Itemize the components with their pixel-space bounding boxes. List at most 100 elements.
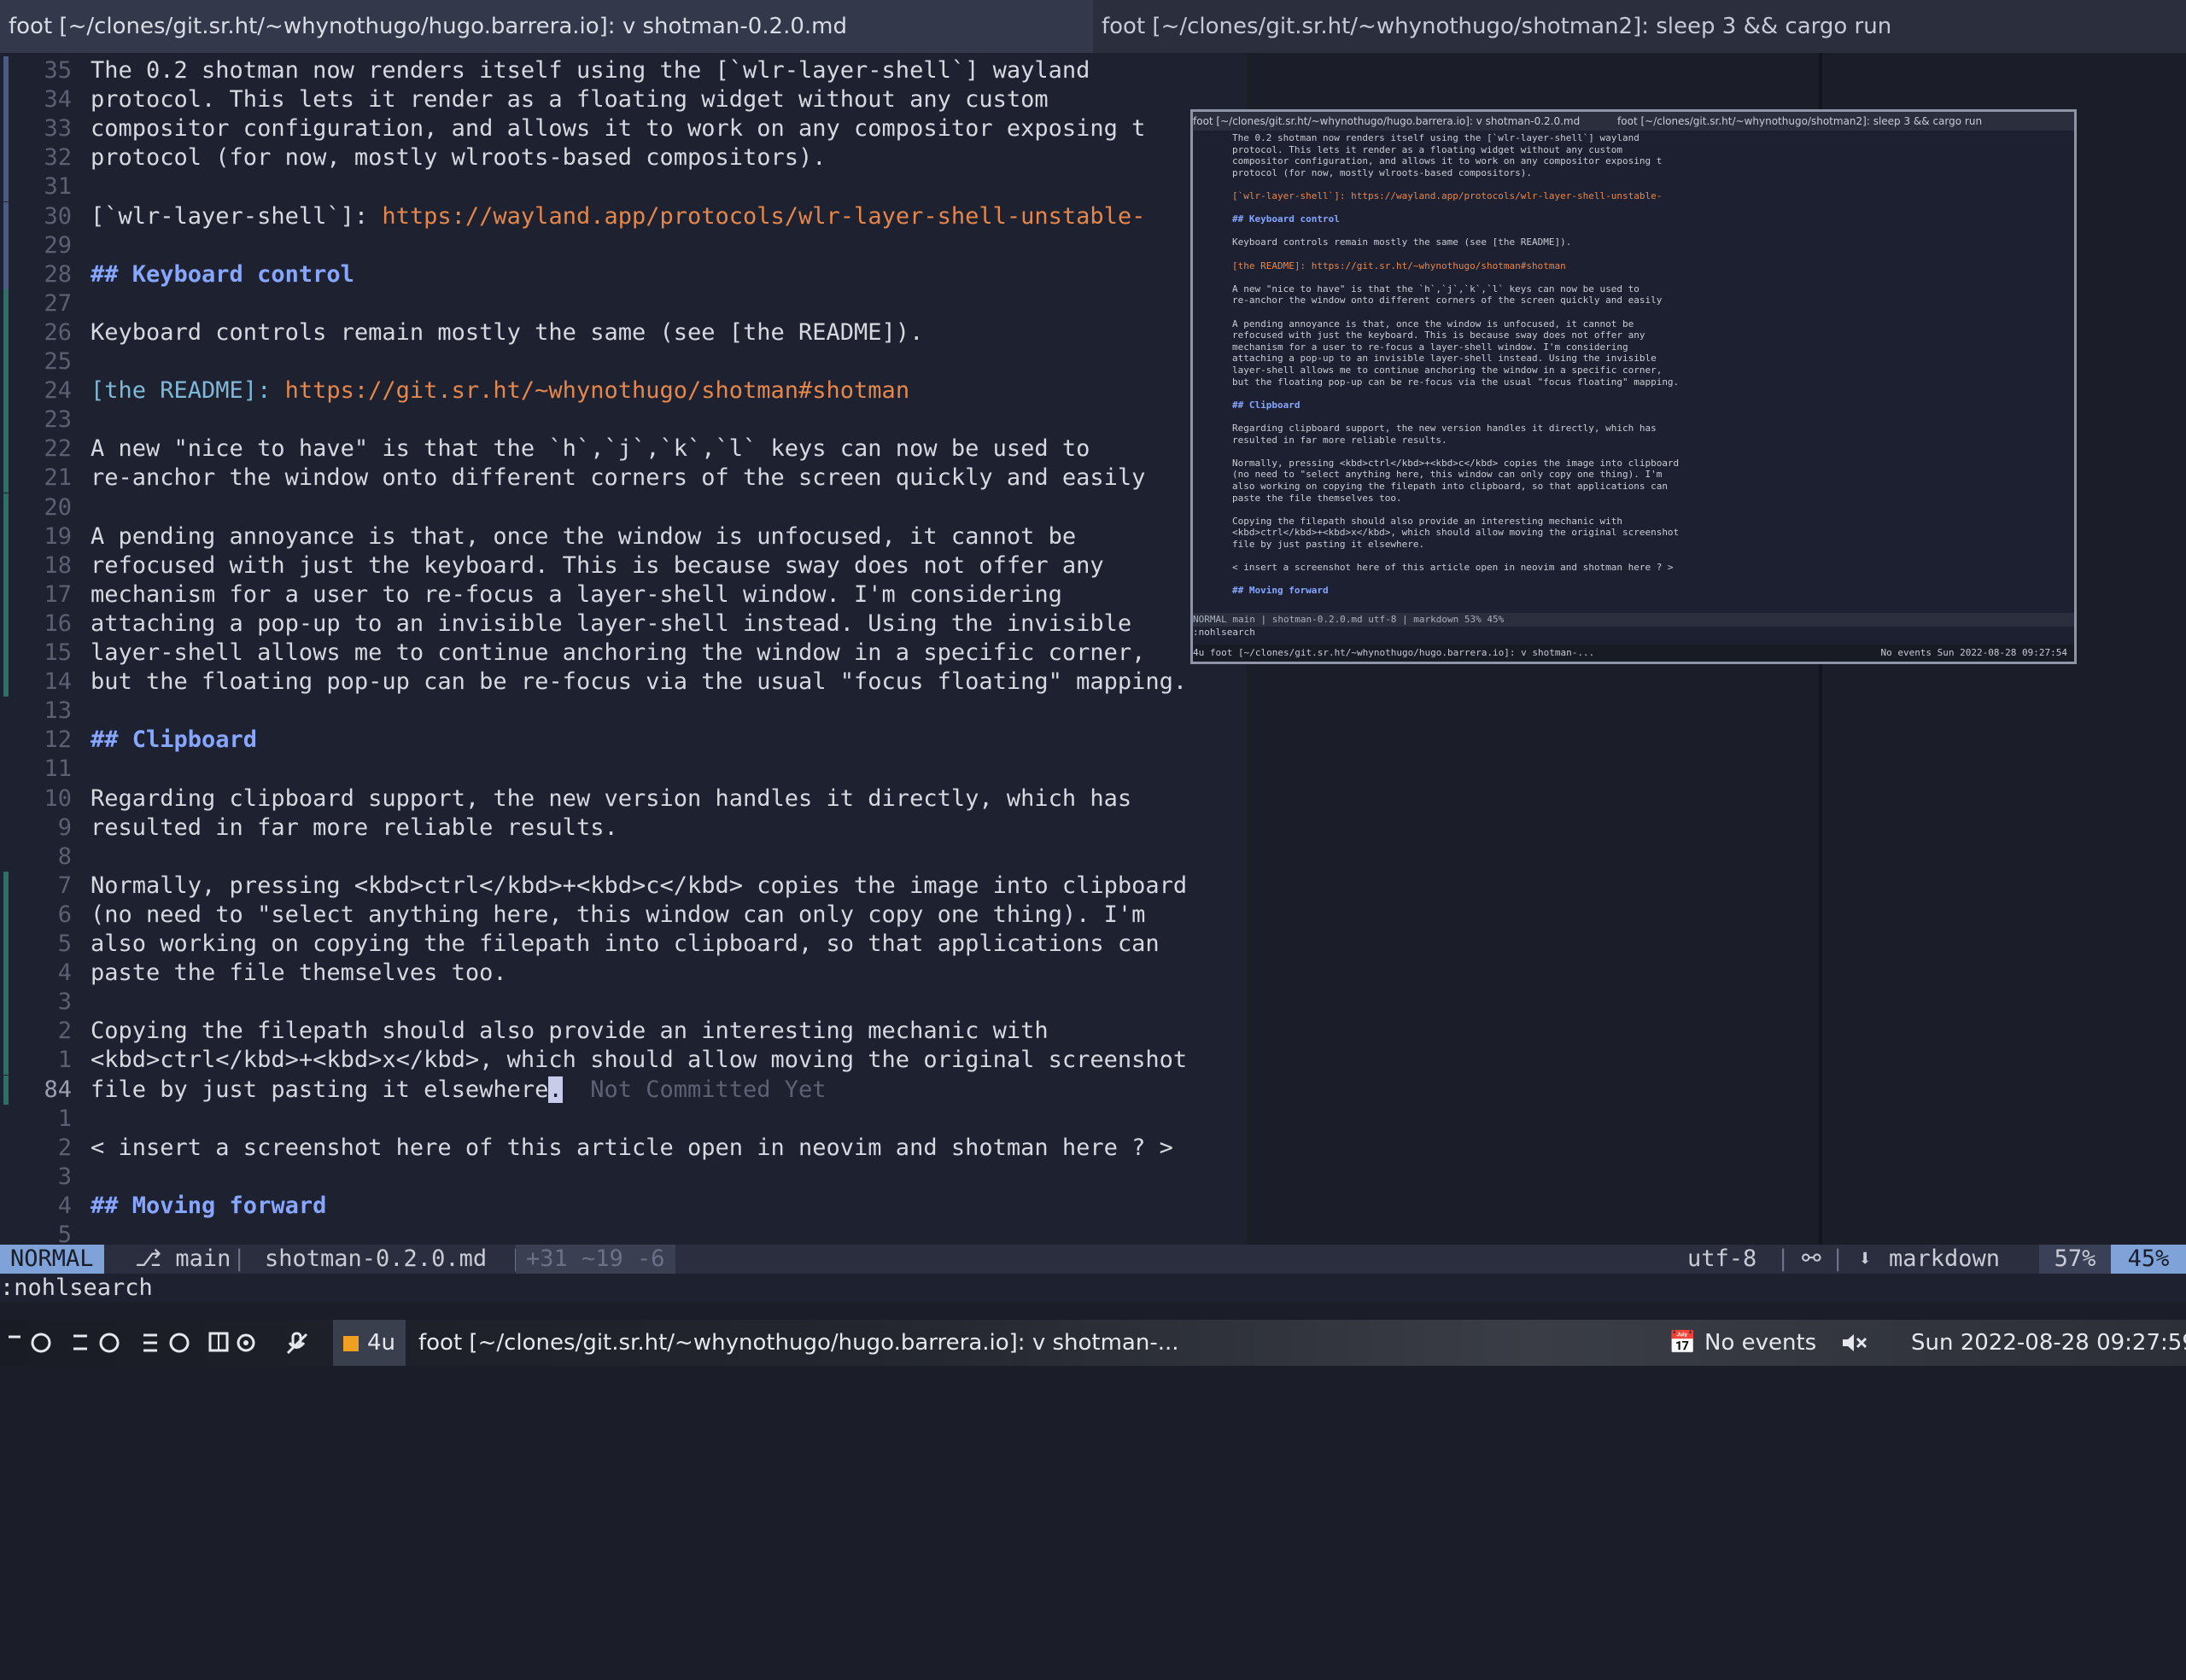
editor-line[interactable]: 2 < insert a screenshot here of this arti…	[0, 1134, 1247, 1163]
editor-line[interactable]: 2 Copying the filepath should also provid…	[0, 1017, 1247, 1047]
active-workspace[interactable]: 4u	[333, 1320, 406, 1366]
git-sign	[3, 988, 9, 1018]
line-text: [the README]: https://git.sr.ht/~whynoth…	[91, 377, 910, 405]
clock[interactable]: Sun 2022-08-28 09:27:59	[1911, 1320, 2186, 1366]
editor-line[interactable]: 34 protocol. This lets it render as a flo…	[0, 85, 1247, 115]
preview-line: mechanism for a user to re-focus a layer…	[1232, 341, 1628, 353]
line-number: 9	[57, 814, 72, 841]
volume-muted-icon[interactable]	[1841, 1332, 1868, 1354]
editor-line[interactable]: 32 protocol (for now, mostly wlroots-base…	[0, 143, 1247, 173]
editor-line[interactable]: 20	[0, 493, 1247, 522]
editor-line[interactable]: 21 re-anchor the window onto different co…	[0, 464, 1247, 493]
editor-line[interactable]: 19 A pending annoyance is that, once the …	[0, 522, 1247, 551]
workspace-3-icon[interactable]	[142, 1332, 193, 1354]
workspace-2-icon[interactable]	[72, 1332, 123, 1354]
workspace-1-icon[interactable]	[7, 1332, 55, 1354]
editor-line[interactable]: 15 layer-shell allows me to continue anch…	[0, 639, 1247, 668]
command-line[interactable]: :nohlsearch	[0, 1274, 2186, 1303]
editor-line[interactable]: 17 mechanism for a user to re-focus a lay…	[0, 580, 1247, 610]
line-number: 14	[44, 668, 72, 696]
line-number: 24	[44, 377, 72, 405]
line-text: ## Moving forward	[91, 1192, 327, 1219]
window-title-right[interactable]: foot [~/clones/git.sr.ht/~whynothugo/sho…	[1093, 0, 2186, 53]
git-sign	[3, 56, 9, 85]
editor-line[interactable]: 13	[0, 697, 1247, 726]
line-number: 11	[44, 755, 72, 783]
preview-line: protocol. This lets it render as a float…	[1232, 143, 1622, 155]
microphone-muted-icon[interactable]	[285, 1332, 309, 1356]
editor-line[interactable]: 22 A new "nice to have" is that the `h`,`…	[0, 435, 1247, 464]
events-label[interactable]: No events	[1704, 1320, 1816, 1366]
line-text: mechanism for a user to re-focus a layer…	[91, 580, 1062, 608]
editor-line[interactable]: 24 [the README]: https://git.sr.ht/~whyno…	[0, 376, 1247, 406]
line-text: Regarding clipboard support, the new ver…	[91, 785, 1132, 812]
editor-line[interactable]: 33 compositor configuration, and allows i…	[0, 114, 1247, 144]
git-sign	[3, 1046, 9, 1076]
line-number: 23	[44, 406, 72, 434]
editor-line[interactable]: 31	[0, 172, 1247, 202]
line-text: Normally, pressing <kbd>ctrl</kbd>+<kbd>…	[91, 872, 1188, 899]
preview-statusline: NORMAL main | shotman-0.2.0.md utf-8 | m…	[1193, 613, 2074, 627]
editor-line[interactable]: 84 file by just pasting it elsewhere. Not…	[0, 1075, 1247, 1105]
line-text: file by just pasting it elsewhere. Not C…	[91, 1076, 827, 1103]
editor-line[interactable]: 27	[0, 289, 1247, 318]
editor-line[interactable]: 14 but the floating pop-up can be re-focu…	[0, 668, 1247, 697]
line-text: ## Keyboard control	[91, 260, 354, 288]
line-text: A new "nice to have" is that the `h`,`j`…	[91, 435, 1090, 463]
focused-window-title[interactable]: foot [~/clones/git.sr.ht/~whynothugo/hug…	[418, 1320, 1179, 1366]
editor-line[interactable]: 6 (no need to "select anything here, this…	[0, 900, 1247, 930]
screenshot-preview-window[interactable]: foot [~/clones/git.sr.ht/~whynothugo/hug…	[1190, 109, 2077, 664]
editor-line[interactable]: 25	[0, 347, 1247, 376]
editor-line[interactable]: 1	[0, 1105, 1247, 1134]
editor-pane[interactable]: 35 The 0.2 shotman now renders itself usi…	[0, 53, 1247, 1245]
line-number: 2	[57, 1018, 72, 1045]
preview-taskbar-right: No events Sun 2022-08-28 09:27:54	[1880, 647, 2067, 658]
editor-line[interactable]: 26 Keyboard controls remain mostly the sa…	[0, 318, 1247, 347]
git-sign	[3, 289, 9, 318]
editor-line[interactable]: 4 ## Moving forward	[0, 1192, 1247, 1221]
line-number: 30	[44, 202, 72, 230]
editor-line[interactable]: 23	[0, 405, 1247, 435]
preview-cmdline: :nohlsearch	[1193, 627, 1255, 638]
preview-titlebar: foot [~/clones/git.sr.ht/~whynothugo/hug…	[1193, 112, 2074, 131]
editor-line[interactable]: 3	[0, 988, 1247, 1018]
editor-line[interactable]: 11	[0, 755, 1247, 784]
line-number: 21	[44, 464, 72, 492]
window-title-left[interactable]: foot [~/clones/git.sr.ht/~whynothugo/hug…	[0, 0, 1093, 53]
preview-line: [the README]: https://git.sr.ht/~whynoth…	[1232, 260, 1566, 271]
editor-line[interactable]: 5 also working on copying the filepath in…	[0, 930, 1247, 959]
preview-line: Keyboard controls remain mostly the same…	[1232, 236, 1572, 248]
editor-line[interactable]: 12 ## Clipboard	[0, 726, 1247, 755]
git-branch: ⎇ main	[135, 1245, 231, 1272]
editor-line[interactable]: 35 The 0.2 shotman now renders itself usi…	[0, 56, 1247, 85]
editor-line[interactable]: 30 [`wlr-layer-shell`]: https://wayland.a…	[0, 201, 1247, 231]
line-number: 31	[44, 173, 72, 201]
git-sign	[3, 464, 9, 493]
line-number: 16	[44, 610, 72, 637]
editor-line[interactable]: 8	[0, 843, 1247, 872]
editor-line[interactable]: 16 attaching a pop-up to an invisible lay…	[0, 609, 1247, 639]
editor-line[interactable]: 28 ## Keyboard control	[0, 260, 1247, 289]
cursor-percent: 45%	[2111, 1245, 2186, 1274]
line-text: resulted in far more reliable results.	[91, 814, 618, 841]
editor-line[interactable]: 3	[0, 1163, 1247, 1192]
git-sign	[3, 230, 9, 260]
preview-line: Normally, pressing <kbd>ctrl</kbd>+<kbd>…	[1232, 457, 1680, 469]
editor-line[interactable]: 9 resulted in far more reliable results.	[0, 814, 1247, 843]
editor-line[interactable]: 10 Regarding clipboard support, the new v…	[0, 785, 1247, 814]
editor-line[interactable]: 7 Normally, pressing <kbd>ctrl</kbd>+<kbd…	[0, 871, 1247, 901]
line-number: 6	[57, 901, 72, 928]
editor-line[interactable]: 1 <kbd>ctrl</kbd>+<kbd>x</kbd>, which sho…	[0, 1046, 1247, 1076]
git-sign	[3, 959, 9, 989]
mode-indicator: NORMAL	[0, 1245, 104, 1274]
preview-line: <kbd>ctrl</kbd>+<kbd>x</kbd>, which shou…	[1232, 527, 1680, 539]
git-sign	[3, 405, 9, 435]
editor-line[interactable]: 18 refocused with just the keyboard. This…	[0, 551, 1247, 580]
line-number: 13	[44, 697, 72, 725]
line-text: <kbd>ctrl</kbd>+<kbd>x</kbd>, which shou…	[91, 1047, 1188, 1074]
editor-line[interactable]: 4 paste the file themselves too.	[0, 959, 1247, 989]
calendar-icon: 📅	[1669, 1330, 1697, 1356]
editor-line[interactable]: 5	[0, 1221, 1247, 1245]
editor-line[interactable]: 29	[0, 230, 1247, 260]
workspace-4-icon[interactable]	[208, 1332, 260, 1354]
